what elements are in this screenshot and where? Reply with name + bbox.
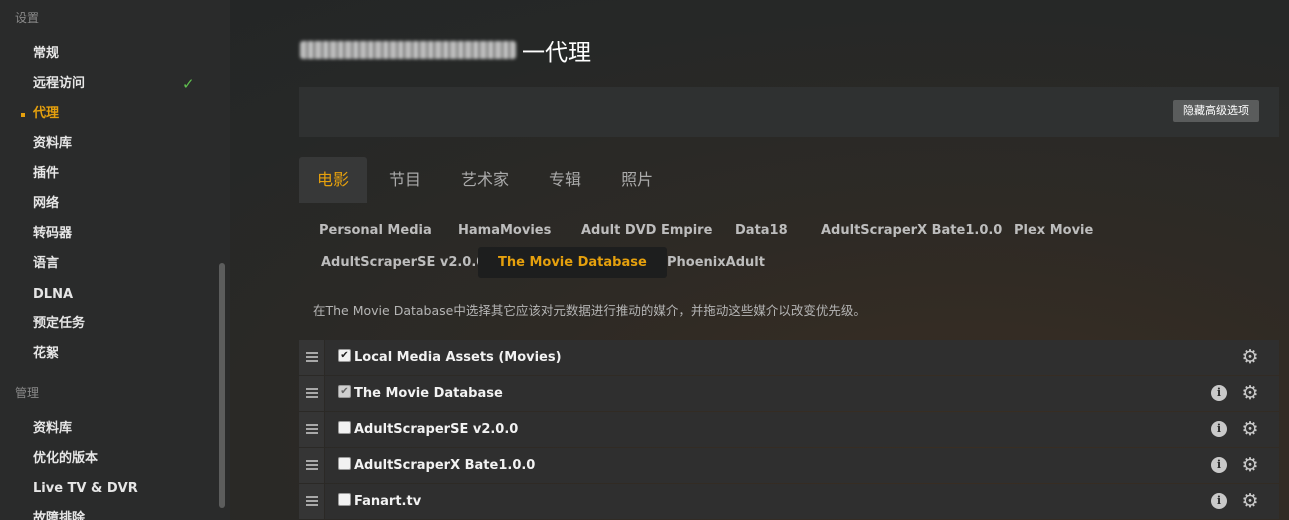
sidebar-item-agents[interactable]: 代理 <box>33 104 59 124</box>
drag-handle-icon[interactable] <box>299 376 324 411</box>
agent-data18[interactable]: Data18 <box>735 215 788 246</box>
tab-albums[interactable]: 专辑 <box>531 157 599 203</box>
page-title-text: 一代理 <box>522 40 591 66</box>
sidebar-item-scheduled-tasks[interactable]: 预定任务 <box>33 314 85 334</box>
sidebar-item-dlna[interactable]: DLNA <box>33 285 73 305</box>
sidebar-item-troubleshooting[interactable]: 故障排除 <box>33 509 85 520</box>
gear-icon[interactable]: ⚙ <box>1240 347 1260 367</box>
sidebar-item-general[interactable]: 常规 <box>33 44 59 64</box>
drag-handle-icon[interactable] <box>299 412 324 447</box>
list-item: ✔ The Movie Database i ⚙ <box>299 376 1279 411</box>
sidebar-section-manage: 管理 <box>15 386 40 400</box>
list-item: AdultScraperSE v2.0.0 i ⚙ <box>299 412 1279 447</box>
tab-photos[interactable]: 照片 <box>603 157 671 203</box>
agent-name: AdultScraperSE v2.0.0 <box>354 422 519 437</box>
list-item: Fanart.tv i ⚙ <box>299 484 1279 519</box>
sidebar-item-library[interactable]: 资料库 <box>33 134 72 154</box>
tab-movies[interactable]: 电影 <box>299 157 368 203</box>
row-body: AdultScraperSE v2.0.0 i ⚙ <box>325 412 1279 447</box>
agent-the-movie-database[interactable]: The Movie Database <box>478 247 667 278</box>
sidebar-scrollbar[interactable] <box>219 263 225 508</box>
agent-adultscraperse[interactable]: AdultScraperSE v2.0.0 <box>321 247 485 278</box>
row-body: ✔ The Movie Database i ⚙ <box>325 376 1279 411</box>
hide-advanced-button[interactable]: 隐藏高级选项 <box>1173 100 1259 122</box>
tab-artists[interactable]: 艺术家 <box>443 157 527 203</box>
sidebar-item-extras[interactable]: 花絮 <box>33 344 59 364</box>
list-item: ✔ Local Media Assets (Movies) ⚙ <box>299 340 1279 375</box>
gear-icon[interactable]: ⚙ <box>1240 455 1260 475</box>
agent-adultscraperx[interactable]: AdultScraperX Bate1.0.0 <box>821 215 1002 246</box>
agent-name: AdultScraperX Bate1.0.0 <box>354 458 536 473</box>
drag-handle-icon[interactable] <box>299 340 324 375</box>
blurred-server-name <box>300 41 516 59</box>
sidebar-item-remote-access[interactable]: 远程访问 <box>33 74 85 94</box>
tab-shows[interactable]: 节目 <box>371 157 439 203</box>
agent-adult-dvd-empire[interactable]: Adult DVD Empire <box>581 215 712 246</box>
agent-checkbox[interactable] <box>338 421 351 434</box>
sidebar-item-optimized-versions[interactable]: 优化的版本 <box>33 449 98 469</box>
row-body: ✔ Local Media Assets (Movies) ⚙ <box>325 340 1279 375</box>
agent-personal-media[interactable]: Personal Media <box>319 215 432 246</box>
agent-phoenixadult[interactable]: PhoenixAdult <box>667 247 765 278</box>
drag-handle-icon[interactable] <box>299 484 324 519</box>
sidebar-item-manage-libraries[interactable]: 资料库 <box>33 419 72 439</box>
agent-checkbox: ✔ <box>338 385 351 398</box>
agent-hamamovies[interactable]: HamaMovies <box>458 215 551 246</box>
info-icon[interactable]: i <box>1211 493 1227 509</box>
list-item: AdultScraperX Bate1.0.0 i ⚙ <box>299 448 1279 483</box>
sidebar-item-live-tv[interactable]: Live TV & DVR <box>33 479 138 499</box>
gear-icon[interactable]: ⚙ <box>1240 419 1260 439</box>
agent-plex-movie[interactable]: Plex Movie <box>1014 215 1093 246</box>
agent-checkbox[interactable]: ✔ <box>338 349 351 362</box>
agent-name: Fanart.tv <box>354 494 422 509</box>
agent-name: Local Media Assets (Movies) <box>354 350 562 365</box>
drag-handle-icon[interactable] <box>299 448 324 483</box>
row-body: AdultScraperX Bate1.0.0 i ⚙ <box>325 448 1279 483</box>
page-title: 一代理 <box>300 34 591 66</box>
sidebar-item-network[interactable]: 网络 <box>33 194 59 214</box>
sidebar-section-settings: 设置 <box>15 11 40 25</box>
row-body: Fanart.tv i ⚙ <box>325 484 1279 519</box>
gear-icon[interactable]: ⚙ <box>1240 491 1260 511</box>
info-icon[interactable]: i <box>1211 385 1227 401</box>
gear-icon[interactable]: ⚙ <box>1240 383 1260 403</box>
check-icon: ✓ <box>182 75 195 93</box>
agent-name: The Movie Database <box>354 386 503 401</box>
info-icon[interactable]: i <box>1211 457 1227 473</box>
agent-description: 在The Movie Database中选择其它应该对元数据进行推动的媒介，并拖… <box>313 303 866 318</box>
agent-checkbox[interactable] <box>338 493 351 506</box>
sidebar-item-plugins[interactable]: 插件 <box>33 164 59 184</box>
advanced-options-bar: 隐藏高级选项 <box>299 87 1279 137</box>
active-dot-icon <box>21 113 25 117</box>
media-type-tabs: 电影 节目 艺术家 专辑 照片 <box>299 157 675 203</box>
info-icon[interactable]: i <box>1211 421 1227 437</box>
sidebar-item-transcoder[interactable]: 转码器 <box>33 224 72 244</box>
agent-list: ✔ Local Media Assets (Movies) ⚙ ✔ The Mo… <box>299 340 1279 520</box>
agent-checkbox[interactable] <box>338 457 351 470</box>
sidebar-item-language[interactable]: 语言 <box>33 254 59 274</box>
sidebar: 设置 常规 远程访问 ✓ 代理 资料库 插件 网络 转码器 语言 DLNA 预定… <box>0 0 230 520</box>
